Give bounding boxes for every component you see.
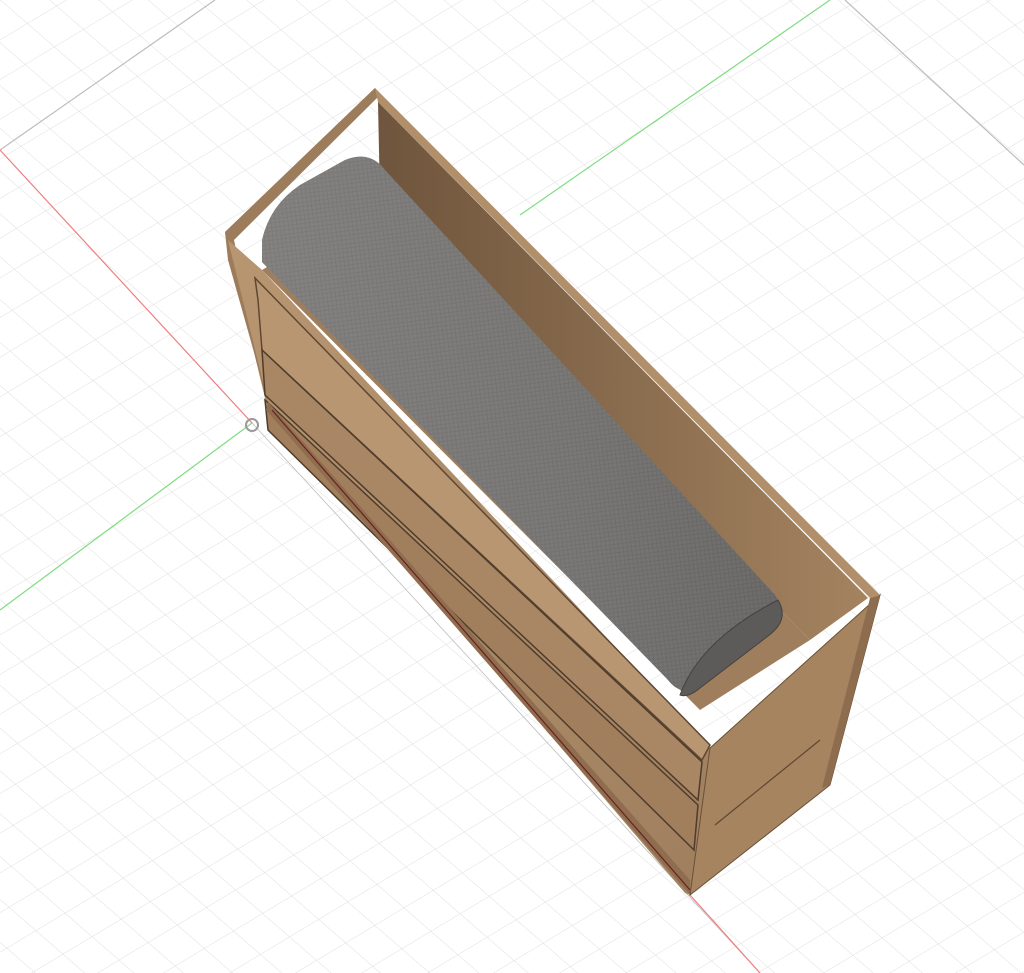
modeling-viewport[interactable] (0, 0, 1024, 973)
scene-canvas[interactable] (0, 0, 1024, 973)
